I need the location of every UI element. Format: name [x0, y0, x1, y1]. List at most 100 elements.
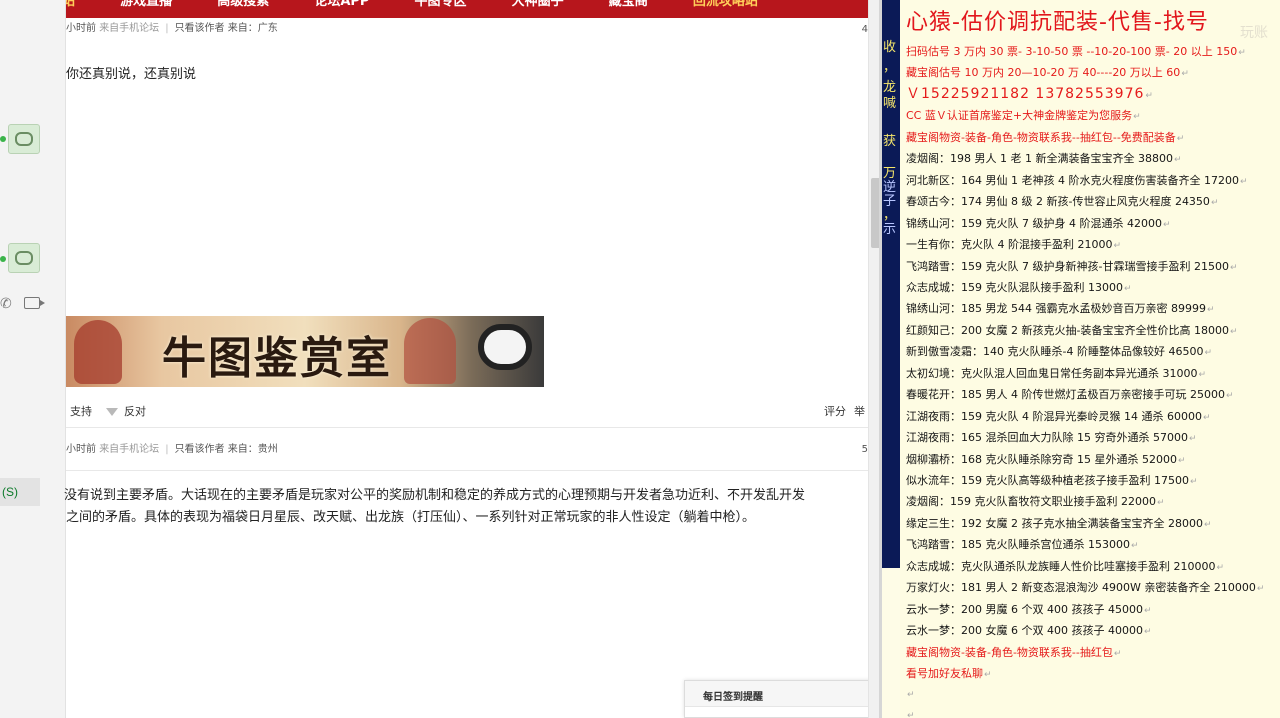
paragraph-mark-icon: ↵ [907, 689, 915, 700]
strip-char: ， [883, 60, 897, 75]
online-indicator [0, 136, 6, 142]
nav-item[interactable]: 论坛APP [314, 0, 369, 8]
listing-text: 烟柳灞桥：168 克火队睡杀除穷奇 15 星外通杀 52000 [906, 452, 1177, 466]
listing-text: 红颜知己：200 女魔 2 新孩克火抽-装备宝宝齐全性价比高 18000 [906, 323, 1229, 337]
paragraph-mark-icon: ↵ [1189, 477, 1198, 487]
paragraph-mark-icon: ↵ [1229, 262, 1238, 273]
rate-button[interactable]: 评分 [824, 403, 846, 419]
avatar-icon [15, 251, 33, 265]
listing-line: 江湖夜雨：165 混杀回血大力队除 15 穷奇外通杀 57000↵ [906, 429, 1197, 445]
forum-thread: 站 游戏直播 高级搜索 论坛APP 牛图专区 大神圈子 藏宝阁 回流攻略站 小时… [64, 0, 924, 718]
paragraph-mark-icon: ↵ [1198, 369, 1207, 380]
strip-char: 子 [883, 194, 897, 209]
chat-sidebar: ✆ (S) [0, 0, 66, 718]
author-only-link[interactable]: 只看该作者 [175, 23, 225, 34]
post-time: 小时前 [66, 23, 96, 34]
signature-banner[interactable]: 牛图鉴赏室 [66, 316, 544, 387]
post-divider [66, 427, 868, 428]
online-indicator [0, 256, 6, 262]
listing-text: Ｖ15225921182 13782553976 [906, 85, 1145, 102]
paragraph-mark-icon: ↵ [1188, 434, 1197, 445]
listing-text: 缘定三生：192 女魔 2 孩子克水抽全满装备宝宝齐全 28000 [906, 516, 1203, 530]
support-button[interactable]: 支持 [70, 403, 92, 419]
listing-line: 河北新区：164 男仙 1 老神孩 4 阶水克火程度伤害装备齐全 17200↵ [906, 172, 1248, 188]
listing-text: 云水一梦：200 女魔 6 个双 400 孩孩子 40000 [906, 624, 1143, 638]
avatar[interactable] [8, 124, 40, 154]
listing-line: 飞鸿踏雪：159 克火队 7 级护身新神孩-甘霖瑞雪接手盈利 21500↵ [906, 258, 1238, 274]
listing-text: 一生有你：克火队 4 阶混接手盈利 21000 [906, 238, 1113, 252]
video-icon[interactable] [24, 297, 45, 309]
avatar[interactable] [8, 243, 40, 273]
paragraph-mark-icon: ↵ [1216, 562, 1225, 573]
listing-text: 春暖花开：185 男人 4 阶传世燃灯孟极百万亲密接手可玩 25000 [906, 388, 1225, 402]
post-source[interactable]: 来自手机论坛 [99, 444, 159, 455]
oppose-button[interactable]: 反对 [106, 403, 146, 419]
post-time: 小时前 [66, 444, 96, 455]
listing-line: 云水一梦：200 女魔 6 个双 400 孩孩子 40000↵ [906, 622, 1152, 638]
listing-line: 似水流年：159 克火队高等级种植老孩子接手盈利 17500↵ [906, 472, 1198, 488]
phone-icon[interactable]: ✆ [0, 296, 12, 312]
listing-line: CC 蓝Ｖ认证首席鉴定+大神金牌鉴定为您服务↵ [906, 107, 1141, 123]
popup-title: 每日签到提醒 [703, 692, 763, 703]
strip-char: 收 [883, 40, 897, 55]
listing-line: 飞鸿踏雪：185 克火队睡杀宫位通杀 153000↵ [906, 536, 1139, 552]
strip-char: 逆 [883, 180, 897, 195]
nav-item[interactable]: 回流攻略站 [693, 0, 758, 8]
paragraph-mark-icon: ↵ [1130, 541, 1139, 552]
nav-item[interactable]: 大神圈子 [512, 0, 564, 8]
author-only-link[interactable]: 只看该作者 [175, 444, 225, 455]
paragraph-mark-icon: ↵ [907, 710, 915, 718]
listing-text: 春颂古今：174 男仙 8 级 2 新孩-传世容止风克火程度 24350 [906, 195, 1210, 209]
listing-line: 缘定三生：192 女魔 2 孩子克水抽全满装备宝宝齐全 28000↵ [906, 515, 1212, 531]
listing-line: 看号加好友私聊↵ [906, 665, 992, 681]
listing-text: 众志成城：159 克火队混队接手盈利 13000 [906, 280, 1123, 294]
oppose-label: 反对 [124, 405, 146, 418]
banner-title: 牛图鉴赏室 [162, 333, 392, 384]
post-text: 之间的矛盾。具体的表现为福袋日月星辰、改天赋、出龙族（打压仙）、一系列针对正常玩… [66, 510, 756, 525]
nav-item[interactable]: 牛图专区 [415, 0, 467, 8]
post-meta: 小时前 来自手机论坛 | 只看该作者 来自：广东 [66, 23, 278, 34]
status-badge[interactable]: (S) [0, 478, 40, 506]
listing-line: 太初幻境：克火队混人回血鬼日常任务副本异光通杀 31000↵ [906, 365, 1206, 381]
paragraph-mark-icon: ↵ [1113, 648, 1122, 659]
side-strip-bottom [882, 568, 900, 718]
listing-line: 众志成城：159 克火队混队接手盈利 13000↵ [906, 279, 1132, 295]
paragraph-mark-icon: ↵ [1143, 627, 1152, 638]
listing-text: 河北新区：164 男仙 1 老神孩 4 阶水克火程度伤害装备齐全 17200 [906, 173, 1239, 187]
nav-item[interactable]: 高级搜索 [217, 0, 269, 8]
listing-text: 锦绣山河：185 男龙 544 强霸克水孟极妙音百万亲密 89999 [906, 302, 1206, 316]
post-source[interactable]: 来自手机论坛 [99, 23, 159, 34]
nav-item[interactable]: 藏宝阁 [609, 0, 648, 8]
post-meta: 小时前 来自手机论坛 | 只看该作者 来自：贵州 [66, 444, 278, 455]
top-nav: 站 游戏直播 高级搜索 论坛APP 牛图专区 大神圈子 藏宝阁 回流攻略站 [66, 0, 868, 18]
ad-panel: 心猿-估价调抗配装-代售-找号 玩账 扫码估号 3 万内 30 票- 3-10-… [900, 0, 1280, 718]
listing-text: 凌烟阁：159 克火队畜牧符文职业接手盈利 22000 [906, 495, 1156, 509]
paragraph-mark-icon: ↵ [1162, 219, 1171, 230]
paragraph-mark-icon: ↵ [1204, 348, 1212, 359]
watermark: 玩账 [1240, 25, 1268, 41]
paragraph-mark-icon: ↵ [1181, 69, 1189, 80]
side-strip: 收 ， 龙 喊 获 万 逆 子 ， 示 [882, 0, 900, 568]
listing-text: 飞鸿踏雪：159 克火队 7 级护身新神孩-甘霖瑞雪接手盈利 21500 [906, 259, 1229, 273]
nav-item[interactable]: 站 [66, 0, 75, 8]
listing-line: ↵ [906, 687, 915, 700]
post-text: 你还真别说，还真别说 [66, 67, 197, 82]
paragraph-mark-icon: ↵ [984, 670, 992, 681]
paragraph-mark-icon: ↵ [1239, 176, 1248, 187]
listing-text: 锦绣山河：159 克火队 7 级护身 4 阶混通杀 42000 [906, 216, 1162, 230]
strip-char: 示 [883, 222, 897, 237]
paragraph-mark-icon: ↵ [1229, 326, 1238, 337]
paragraph-mark-icon: ↵ [1203, 519, 1212, 530]
post-divider [66, 470, 868, 471]
listing-line: 藏宝阁估号 10 万内 20—10-20 万 40----20 万以上 60↵ [906, 64, 1189, 80]
paragraph-mark-icon: ↵ [1206, 305, 1215, 316]
strip-char: ， [883, 208, 897, 223]
report-button[interactable]: 举 [854, 403, 865, 419]
post-location: 来自：广东 [227, 23, 278, 34]
listing-text: 藏宝阁物资-装备-角色-物资联系我--抽红包 [906, 645, 1113, 659]
strip-char: 龙 [883, 80, 897, 95]
listing-text: 云水一梦：200 男魔 6 个双 400 孩孩子 45000 [906, 602, 1143, 616]
nav-item[interactable]: 游戏直播 [120, 0, 172, 8]
paragraph-mark-icon: ↵ [1256, 584, 1265, 595]
listing-text: 藏宝阁估号 10 万内 20—10-20 万 40----20 万以上 60 [906, 66, 1181, 80]
